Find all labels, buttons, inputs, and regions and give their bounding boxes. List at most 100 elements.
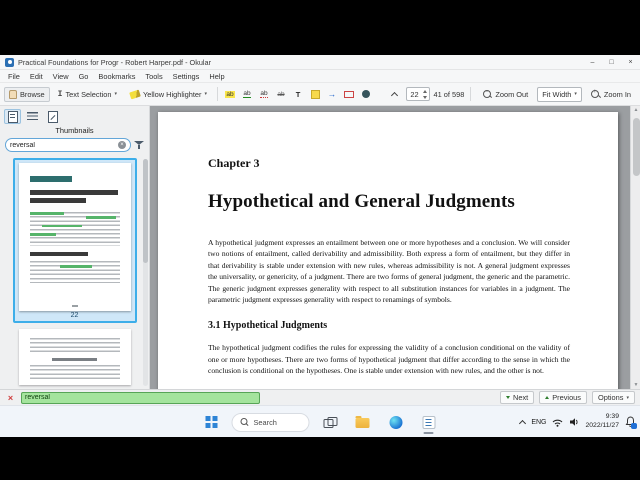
previous-page-button[interactable]	[387, 88, 402, 101]
filter-options-icon[interactable]	[134, 140, 144, 150]
page-number-spinbox[interactable]: 22	[405, 87, 430, 101]
find-options-button[interactable]: Options ▾	[592, 391, 635, 404]
typewriter-icon: T	[295, 89, 301, 99]
arrow-annotation-button[interactable]: →	[325, 87, 339, 102]
notification-center-button[interactable]	[625, 416, 637, 429]
okular-window: Practical Foundations for Progr - Robert…	[0, 55, 640, 405]
close-button[interactable]: ×	[621, 55, 640, 70]
menu-settings[interactable]: Settings	[168, 72, 205, 81]
search-highlight	[59, 265, 92, 268]
pdf-page: Chapter 3 Hypothetical and General Judgm…	[158, 112, 618, 389]
clock[interactable]: 9:39 2022/11/27	[585, 413, 619, 431]
task-view-button[interactable]	[317, 409, 343, 435]
sidebar-tab-contents[interactable]	[24, 109, 41, 124]
squiggle-annotation-button[interactable]: ab	[257, 87, 271, 102]
volume-icon[interactable]	[569, 417, 579, 427]
menu-file[interactable]: File	[3, 72, 25, 81]
taskbar-search[interactable]: Search	[231, 412, 310, 432]
find-previous-button[interactable]: Previous	[539, 391, 587, 404]
edge-icon	[389, 415, 402, 429]
annotations-icon	[47, 110, 58, 123]
rectangle-annotation-button[interactable]	[342, 87, 356, 102]
maximize-button[interactable]: □	[602, 55, 621, 70]
underline-annotation-button[interactable]: ab	[240, 87, 254, 102]
sidebar-panel-title: Thumbnails	[55, 126, 94, 135]
step-down-icon	[422, 95, 427, 99]
minimize-button[interactable]: –	[583, 55, 602, 70]
note-annotation-button[interactable]	[308, 87, 322, 102]
menu-go[interactable]: Go	[74, 72, 94, 81]
paragraph: The hypothetical judgment codifies the r…	[208, 343, 570, 376]
mini-chapter-heading	[29, 176, 72, 182]
scroll-up-icon[interactable]: ▲	[631, 107, 640, 113]
highlighter-tool-button[interactable]: Yellow Highlighter ▾	[125, 87, 212, 102]
chevron-up-icon	[390, 91, 398, 99]
tray-overflow-icon[interactable]	[519, 419, 527, 427]
toolbar-right-group: 22 41 of 598 − Zoom Out Fit Width ▾ + Zo…	[387, 86, 636, 102]
browse-tool-button[interactable]: Browse	[4, 86, 50, 102]
highlight-annotation-button[interactable]: ab	[223, 87, 237, 102]
menu-tools[interactable]: Tools	[140, 72, 167, 81]
zoom-in-button[interactable]: + Zoom In	[586, 86, 636, 102]
folder-icon	[355, 415, 370, 428]
language-indicator[interactable]: ENG	[531, 419, 546, 426]
vertical-scrollbar[interactable]: ▲ ▼	[630, 106, 640, 389]
zoom-out-button[interactable]: − Zoom Out	[477, 86, 533, 102]
thumbnail-page-preview	[18, 163, 131, 311]
taskbar-center-group: Search	[199, 406, 442, 438]
scrollbar-thumb[interactable]	[632, 118, 640, 176]
thumbnail-filter-box: ×	[5, 138, 131, 152]
typewriter-annotation-button[interactable]: T	[291, 87, 305, 102]
menu-bookmarks[interactable]: Bookmarks	[93, 72, 140, 81]
ibeam-icon: I	[57, 89, 63, 99]
mini-paragraph	[29, 261, 120, 283]
menu-help[interactable]: Help	[204, 72, 229, 81]
wifi-icon[interactable]	[552, 418, 563, 427]
edge-button[interactable]	[383, 409, 409, 435]
thumbnail-list[interactable]: 22	[0, 156, 149, 389]
notification-badge	[631, 423, 637, 429]
chevron-down-icon: ▾	[114, 91, 117, 97]
document-view[interactable]: Chapter 3 Hypothetical and General Judgm…	[150, 106, 640, 389]
search-highlight	[41, 224, 82, 228]
window-controls: – □ ×	[583, 55, 640, 70]
sidebar-tabs	[0, 106, 149, 125]
mini-section-heading	[29, 252, 88, 256]
scroll-down-icon[interactable]: ▼	[631, 382, 640, 388]
zoom-mode-select[interactable]: Fit Width ▾	[537, 86, 582, 102]
search-icon	[240, 418, 249, 427]
close-find-icon[interactable]: ×	[5, 393, 16, 403]
squiggle-icon: ab	[260, 90, 268, 98]
menu-edit[interactable]: Edit	[25, 72, 48, 81]
strikeout-annotation-button[interactable]: ab	[274, 87, 288, 102]
thumbnail-next[interactable]	[16, 329, 134, 385]
start-button[interactable]	[199, 409, 225, 435]
sidebar-scrollbar[interactable]	[143, 159, 148, 386]
file-explorer-button[interactable]	[350, 409, 376, 435]
marker-icon	[129, 89, 141, 99]
stamp-annotation-button[interactable]	[359, 87, 373, 102]
sidebar-tab-thumbnails[interactable]	[4, 109, 21, 124]
mini-formula	[52, 358, 97, 361]
clear-filter-icon[interactable]: ×	[118, 141, 126, 149]
spinbox-steppers[interactable]	[422, 89, 428, 99]
okular-icon	[422, 415, 435, 429]
thumbnail-filter-input[interactable]	[10, 141, 116, 149]
okular-taskbar-button[interactable]	[416, 409, 442, 435]
thumbnail-page-number: 22	[70, 312, 79, 319]
text-selection-tool-button[interactable]: I Text Selection ▾	[53, 87, 122, 102]
thumbnail-selected[interactable]: 22	[12, 158, 137, 323]
menu-view[interactable]: View	[48, 72, 74, 81]
search-highlight	[29, 212, 64, 215]
paragraph: A hypothetical judgment expresses an ent…	[208, 238, 570, 304]
taskbar: Search ENG 9:39 2022/11/27	[0, 405, 640, 437]
arrow-icon: →	[327, 89, 337, 99]
mini-title-line	[29, 190, 118, 195]
sidebar-tab-annotations[interactable]	[44, 109, 61, 124]
letterbox-bottom	[0, 437, 640, 480]
toolbar: Browse I Text Selection ▾ Yellow Highlig…	[0, 83, 640, 106]
titlebar: Practical Foundations for Progr - Robert…	[0, 55, 640, 70]
note-icon	[310, 89, 320, 99]
find-next-button[interactable]: Next	[500, 391, 535, 404]
find-input[interactable]	[21, 391, 260, 404]
